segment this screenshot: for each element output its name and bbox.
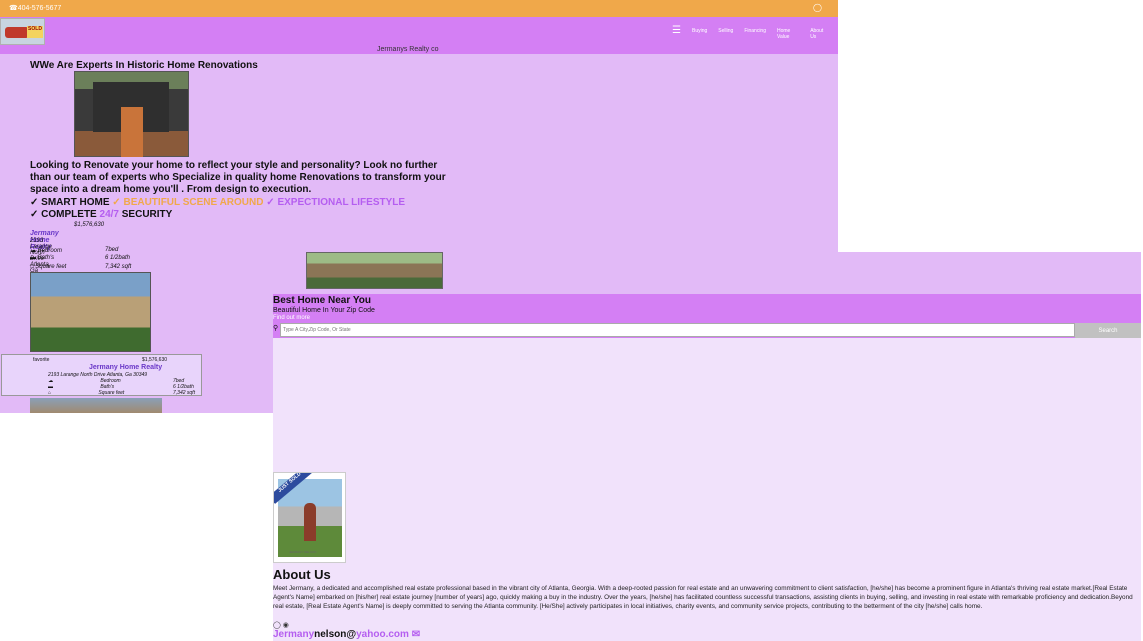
instagram-icon[interactable]: ◯ (273, 622, 281, 629)
email-part-2: nelson@ (314, 629, 357, 640)
search-input[interactable] (280, 323, 1075, 337)
row-value: 7bed (105, 247, 119, 253)
feature-smart-home: Smart Home (41, 197, 110, 208)
instagram-icon[interactable]: ◯ (813, 3, 822, 12)
listing-name[interactable]: Jermany Home Realty (89, 364, 162, 371)
listing-row-bedroom: ☁ Bedroom 7bed (30, 247, 119, 254)
row-value: 7,342 sqft (173, 390, 195, 396)
about-title: About Us (273, 567, 331, 582)
email-part-3: yahoo.com (356, 629, 409, 640)
hero-title: WWe Are Experts In Historic Home Renovat… (30, 60, 258, 71)
phone-number[interactable]: ☎404-576-5677 (9, 4, 61, 12)
site-logo[interactable]: SOLD (0, 18, 45, 45)
check-icon: ✓ (112, 197, 124, 208)
menu-item-buying[interactable]: Buying (692, 28, 707, 40)
search-button[interactable]: Search (1075, 323, 1141, 338)
feature-lifestyle: Expectional Lifestyle (277, 197, 406, 208)
portrait-signature: JERMANY NELSON (289, 550, 317, 554)
row-value: 6 1/2bath (105, 255, 131, 261)
feature-complete: Complete (41, 209, 100, 220)
contact-email[interactable]: Jermanynelson@yahoo.com ✉ (273, 629, 420, 640)
menu-item-about-us[interactable]: About Us (810, 28, 827, 40)
search-section: Best Home Near You Beautiful Home In You… (273, 294, 1141, 338)
row-value: 7,342 sqft (105, 264, 132, 270)
hero-house-image (74, 71, 189, 157)
social-icons: ◯ ◉ (273, 621, 289, 629)
menu-icon[interactable]: ☰ (672, 25, 681, 36)
phone-text: 404-576-5677 (17, 5, 62, 12)
listing-row-sqft: ⌂ Square feet 7,342 sqft (30, 264, 132, 270)
sold-tag: SOLD (27, 26, 43, 38)
house-stairs (121, 107, 143, 157)
about-body: Meet Jermany, a dedicated and accomplish… (273, 585, 1133, 611)
listing-card-2[interactable]: favorite $1,576,630 Jermany Home Realty … (1, 354, 202, 396)
check-icon: ✓ (30, 209, 42, 220)
agent-portrait: JUST SOLD JERMANY NELSON (273, 472, 346, 563)
featured-house-image (306, 252, 443, 289)
check-icon: ✓ (30, 197, 42, 208)
menu-item-selling[interactable]: Selling (718, 28, 733, 40)
about-section: JUST SOLD JERMANY NELSON About Us Meet J… (273, 338, 1141, 641)
top-bar: ☎404-576-5677 ◯ (0, 0, 838, 17)
row-label: Square feet (35, 264, 67, 270)
check-icon: ✓ (266, 197, 278, 208)
menu-item-home-value[interactable]: Home Value (777, 28, 799, 40)
row-label: Bedroom (37, 248, 63, 254)
listing-house-image[interactable] (30, 272, 151, 352)
email-part-1: Jermany (273, 629, 315, 640)
feature-row-security: ✓ Complete 24/7 Security (30, 209, 172, 220)
envelope-icon[interactable]: ✉ (412, 629, 420, 640)
feature-row: ✓ Smart Home ✓ Beautiful Scene Around ✓ … (30, 197, 405, 208)
listing-price: $1,576,630 (142, 357, 168, 363)
find-out-more-link[interactable]: Find out more (273, 315, 310, 321)
feature-beautiful-scene: Beautiful Scene Around (123, 197, 264, 208)
search-icon: ⚲ (273, 325, 279, 332)
listing-price: $1,576,630 (74, 222, 105, 228)
nav-bar: SOLD ☰ Buying Selling Financing Home Val… (0, 17, 838, 54)
search-subtitle: Beautiful Home In Your Zip Code (273, 307, 375, 314)
facebook-icon[interactable]: ◉ (283, 622, 289, 629)
brand-name: Jermanys Realty co (377, 46, 439, 53)
search-title: Best Home Near You (273, 295, 371, 306)
feature-24-7: 24/7 (99, 209, 119, 220)
listing-house-image-3[interactable] (30, 398, 162, 413)
hero-paragraph: Looking to Renovate your home to reflect… (30, 160, 446, 195)
agent-figure (304, 503, 316, 541)
car-graphic (5, 27, 29, 38)
favorite-label[interactable]: favorite (33, 357, 49, 363)
main-menu: Buying Selling Financing Home Value Abou… (692, 28, 838, 40)
feature-security: Security (118, 209, 173, 220)
menu-item-financing[interactable]: Financing (744, 28, 766, 40)
row-label: Square feet (98, 390, 125, 396)
row-label: Bath's (37, 255, 55, 261)
listing-row-bath: ▬ Bath's 6 1/2bath (30, 255, 131, 261)
listing-row-sqft: ⌂ Square feet 7,342 sqft (48, 390, 195, 396)
